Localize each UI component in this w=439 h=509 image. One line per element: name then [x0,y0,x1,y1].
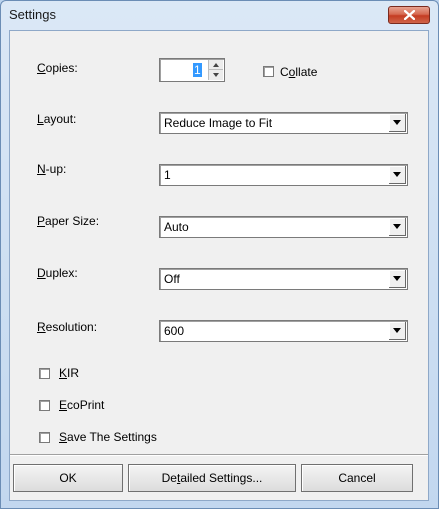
save-settings-checkbox[interactable] [39,432,50,443]
chevron-down-icon [393,120,401,125]
nup-label: N-up: [37,162,67,176]
settings-dialog: Settings Copies: 1 Collate Layout: Reduc… [0,0,439,509]
nup-dropdown-button[interactable] [388,166,406,184]
dialog-body: Copies: 1 Collate Layout: Reduce Image t… [9,30,429,501]
copies-label: Copies: [37,61,78,75]
paper-size-dropdown-button[interactable] [388,218,406,236]
ecoprint-checkbox[interactable] [39,400,50,411]
resolution-value: 600 [164,324,185,338]
close-icon [404,10,415,20]
window-title: Settings [9,7,56,22]
chevron-down-icon [393,328,401,333]
duplex-label: Duplex: [37,266,78,280]
copies-stepper[interactable]: 1 [159,58,225,82]
resolution-dropdown-button[interactable] [388,322,406,340]
paper-size-select[interactable]: Auto [159,216,408,238]
kir-label[interactable]: KIR [59,366,79,380]
chevron-down-icon [393,172,401,177]
title-bar[interactable]: Settings [1,1,438,29]
duplex-select[interactable]: Off [159,268,408,290]
duplex-value: Off [164,272,180,286]
resolution-select[interactable]: 600 [159,320,408,342]
save-settings-label[interactable]: Save The Settings [59,430,157,444]
ecoprint-label[interactable]: EcoPrint [59,398,104,412]
resolution-label: Resolution: [37,320,98,334]
layout-select[interactable]: Reduce Image to Fit [159,112,408,134]
paper-size-value: Auto [164,220,189,234]
copies-value[interactable]: 1 [193,63,202,77]
nup-value: 1 [164,168,171,182]
duplex-dropdown-button[interactable] [388,270,406,288]
chevron-down-icon [393,276,401,281]
layout-dropdown-button[interactable] [388,114,406,132]
nup-select[interactable]: 1 [159,164,408,186]
close-button[interactable] [388,6,430,24]
chevron-down-icon [393,224,401,229]
kir-checkbox[interactable] [39,368,50,379]
collate-checkbox[interactable] [263,66,274,77]
ok-button[interactable]: OK [13,464,123,492]
layout-value: Reduce Image to Fit [164,116,273,130]
layout-label: Layout: [37,112,77,126]
collate-label[interactable]: Collate [280,65,317,79]
paper-size-label: Paper Size: [37,214,100,228]
arrow-down-icon [213,73,219,77]
arrow-up-icon [213,63,219,67]
button-separator [10,454,428,456]
copies-up-button[interactable] [209,60,223,70]
cancel-button[interactable]: Cancel [301,464,413,492]
detailed-settings-button[interactable]: Detailed Settings... [128,464,296,492]
copies-down-button[interactable] [209,70,223,80]
